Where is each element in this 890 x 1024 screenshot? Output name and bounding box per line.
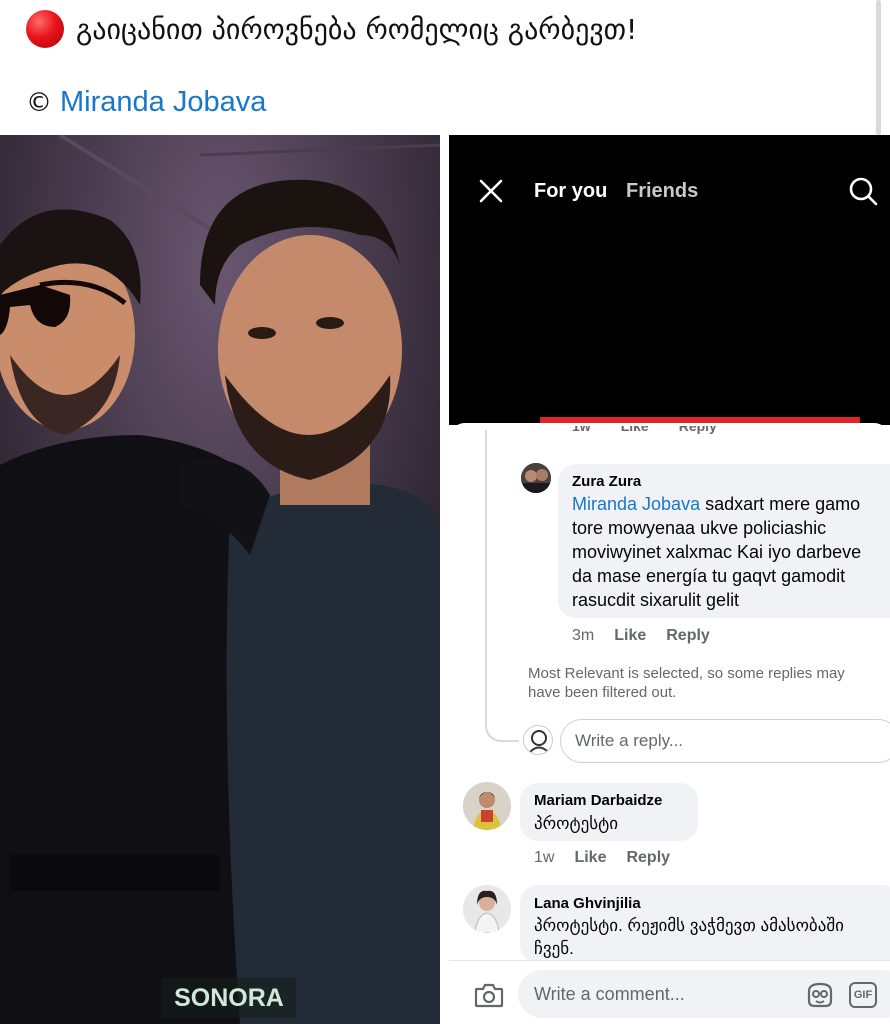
photo-illustration: [0, 135, 440, 1024]
avatar-mariam-image: [463, 782, 511, 830]
filter-note-line: have been filtered out.: [528, 684, 677, 701]
post-header: გაიცანით პიროვნება რომელიც გარბევთ! © Mi…: [0, 0, 890, 135]
reply-thread-line: [485, 430, 519, 742]
cut-comment-meta: 1w Like Reply: [572, 426, 747, 442]
commenter-name[interactable]: Zura Zura: [572, 473, 641, 490]
post-credit: © Miranda Jobava: [26, 86, 266, 119]
sticker-icon[interactable]: [805, 981, 835, 1009]
filter-note-line: Most Relevant is selected, so some repli…: [528, 665, 845, 682]
cut-time: 1w: [572, 426, 591, 434]
avatar-lana[interactable]: [463, 885, 511, 933]
watermark-logo: SONORA: [162, 978, 296, 1018]
reply-button[interactable]: Reply: [666, 627, 710, 645]
comment-meta-mariam: 1w Like Reply: [534, 849, 670, 867]
comment-text-line: პროტესტი. რეჟიმს ვაჭმევთ ამასობაში: [534, 916, 844, 935]
copyright-symbol: ©: [26, 87, 52, 118]
comment-time: 3m: [572, 627, 595, 644]
comment-bubble-lana: Lana Ghvinjilia პროტესტი. რეჟიმს ვაჭმევთ…: [520, 885, 890, 963]
comment-text-line: rasucdit sixarulit gelit: [572, 590, 740, 610]
cut-reply[interactable]: Reply: [679, 426, 717, 434]
author-link[interactable]: Miranda Jobava: [60, 86, 266, 119]
video-area[interactable]: [449, 135, 890, 425]
comment-text-line: da mase energía tu gaqvt gamodit: [572, 566, 846, 586]
reply-input[interactable]: Write a reply...: [560, 719, 890, 763]
comment-text: პროტესტი. რეჟიმს ვაჭმევთ ამასობაში ჩვენ.: [534, 914, 844, 960]
avatar-zura[interactable]: [521, 463, 551, 493]
comment-text: Miranda Jobava sadxart mere gamo tore mo…: [572, 492, 861, 612]
comment-text-line: sadxart mere gamo: [705, 494, 861, 514]
post-photo[interactable]: [0, 135, 440, 1024]
tab-friends[interactable]: Friends: [626, 180, 698, 203]
comment-text-line: tore mowyenaa ukve policiashic: [572, 518, 827, 538]
gif-icon[interactable]: GIF: [849, 982, 877, 1008]
commenter-name[interactable]: Lana Ghvinjilia: [534, 895, 641, 912]
camera-icon[interactable]: [474, 982, 504, 1008]
close-icon[interactable]: [478, 178, 504, 204]
cut-like[interactable]: Like: [621, 426, 649, 434]
filter-note: Most Relevant is selected, so some repli…: [528, 664, 890, 702]
comment-meta-zura: 3m Like Reply: [572, 627, 710, 645]
search-icon[interactable]: [848, 176, 878, 206]
comment-text-line: moviwyinet xalxmac Kai iyo darbeve: [572, 542, 862, 562]
reply-button[interactable]: Reply: [626, 849, 670, 867]
post-title-row: გაიცანით პიროვნება რომელიც გარბევთ!: [26, 10, 637, 48]
scrollbar[interactable]: [876, 0, 881, 135]
avatar-mariam[interactable]: [463, 782, 511, 830]
like-button[interactable]: Like: [574, 849, 606, 867]
avatar-zura-image: [521, 463, 551, 493]
comment-time: 1w: [534, 849, 555, 866]
like-button[interactable]: Like: [614, 627, 646, 645]
image-divider: [440, 135, 449, 1024]
tab-for-you[interactable]: For you: [534, 180, 607, 203]
comment-bubble-zura: Zura Zura Miranda Jobava sadxart mere ga…: [558, 464, 890, 618]
post-title: გაიცანით პიროვნება რომელიც გარბევთ!: [76, 12, 638, 46]
red-circle-icon: [26, 10, 64, 48]
mention-link[interactable]: Miranda Jobava: [572, 494, 700, 514]
commenter-name[interactable]: Mariam Darbaidze: [534, 792, 662, 809]
avatar-lana-image: [463, 885, 511, 933]
comment-text-line: ჩვენ.: [534, 939, 574, 958]
comment-text: პროტესტი: [534, 814, 619, 833]
avatar-current-user: [523, 725, 553, 755]
comment-bubble-mariam: Mariam Darbaidze პროტესტი: [520, 783, 698, 841]
